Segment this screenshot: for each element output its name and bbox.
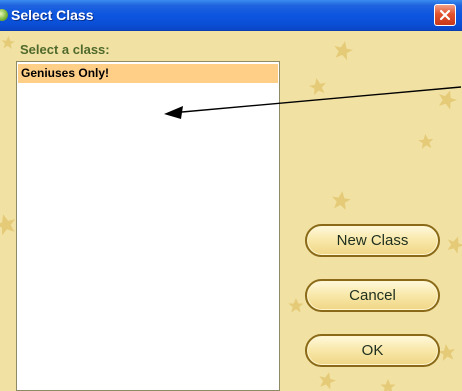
title-bar[interactable]: Select Class: [0, 0, 462, 31]
star-decoration: [330, 189, 352, 211]
select-class-label: Select a class:: [20, 42, 110, 57]
star-decoration: [444, 233, 462, 255]
star-decoration: [308, 76, 328, 96]
star-decoration: [332, 39, 355, 61]
close-icon: [439, 9, 451, 21]
close-button[interactable]: [434, 4, 456, 26]
class-listbox[interactable]: Geniuses Only!: [16, 61, 280, 391]
star-decoration: [288, 298, 304, 313]
app-icon: [0, 9, 8, 21]
new-class-button[interactable]: New Class: [305, 224, 440, 257]
class-list-item-label: Geniuses Only!: [21, 66, 110, 80]
star-decoration: [417, 133, 435, 150]
star-decoration: [437, 342, 457, 362]
class-list-item-selected[interactable]: Geniuses Only!: [18, 64, 278, 83]
star-decoration: [435, 87, 460, 111]
select-class-dialog: Select Class Select a class: Geniuses On…: [0, 0, 462, 391]
star-decoration: [380, 379, 396, 391]
star-decoration: [0, 35, 16, 50]
window-title: Select Class: [11, 7, 94, 23]
star-decoration: [316, 370, 338, 391]
dialog-body: Select a class: Geniuses Only! New Class…: [0, 31, 462, 391]
cancel-button[interactable]: Cancel: [305, 279, 440, 312]
ok-button[interactable]: OK: [305, 334, 440, 367]
